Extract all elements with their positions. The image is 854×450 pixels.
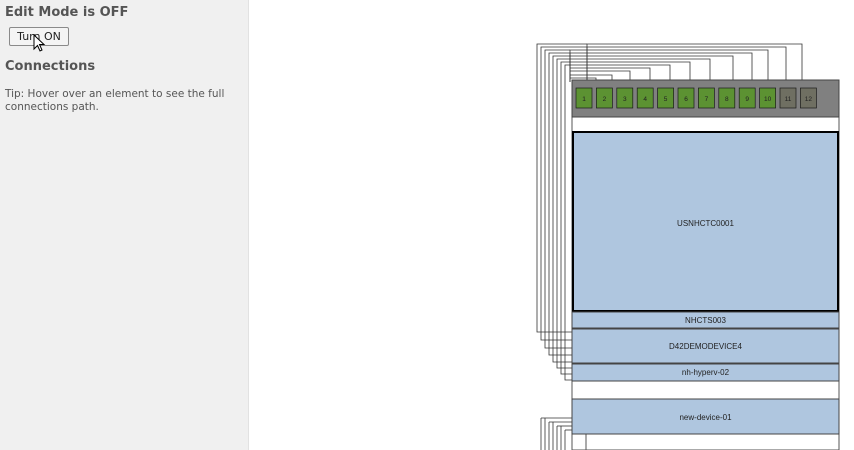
device-usnhctc0001[interactable]: USNHCTC0001: [572, 131, 839, 312]
port-4[interactable]: 4: [636, 87, 654, 109]
device-label: new-device-01: [679, 413, 732, 422]
device-nhcts003[interactable]: NHCTS003: [571, 311, 840, 329]
port-number: 9: [745, 96, 749, 103]
rack-diagram: 1 2 3 4 5 6 7 8 9 10 11 12 USNHCTC0001 NHCTS003 D42…: [536, 43, 840, 450]
port-number: 7: [705, 96, 709, 103]
device-d42demodevice4[interactable]: D42DEMODEVICE4: [571, 328, 840, 364]
port-8[interactable]: 8: [718, 87, 736, 109]
device-label: NHCTS003: [685, 316, 726, 325]
device-label: USNHCTC0001: [677, 219, 734, 228]
port-number: 11: [785, 96, 792, 103]
port-3[interactable]: 3: [616, 87, 634, 109]
port-number: 2: [603, 96, 607, 103]
port-10[interactable]: 10: [759, 87, 776, 109]
port-1[interactable]: 1: [575, 87, 593, 109]
device-nh-hyperv-02[interactable]: nh-hyperv-02: [571, 363, 840, 382]
port-7[interactable]: 7: [698, 87, 715, 109]
device-label: D42DEMODEVICE4: [669, 342, 742, 351]
port-number: 3: [623, 96, 627, 103]
port-number: 4: [643, 96, 647, 103]
port-6[interactable]: 6: [677, 87, 695, 109]
port-number: 5: [664, 96, 668, 103]
port-5[interactable]: 5: [657, 87, 674, 109]
device-label: nh-hyperv-02: [682, 368, 730, 377]
port-11[interactable]: 11: [779, 87, 797, 109]
port-number: 8: [725, 96, 729, 103]
port-number: 6: [684, 96, 688, 103]
port-2[interactable]: 2: [596, 87, 613, 109]
port-12[interactable]: 12: [800, 87, 817, 109]
device-new-device-01[interactable]: new-device-01: [571, 398, 840, 435]
port-number: 12: [805, 96, 813, 103]
port-number: 10: [764, 96, 772, 103]
port-number: 1: [582, 96, 586, 103]
port-9[interactable]: 9: [738, 87, 756, 109]
